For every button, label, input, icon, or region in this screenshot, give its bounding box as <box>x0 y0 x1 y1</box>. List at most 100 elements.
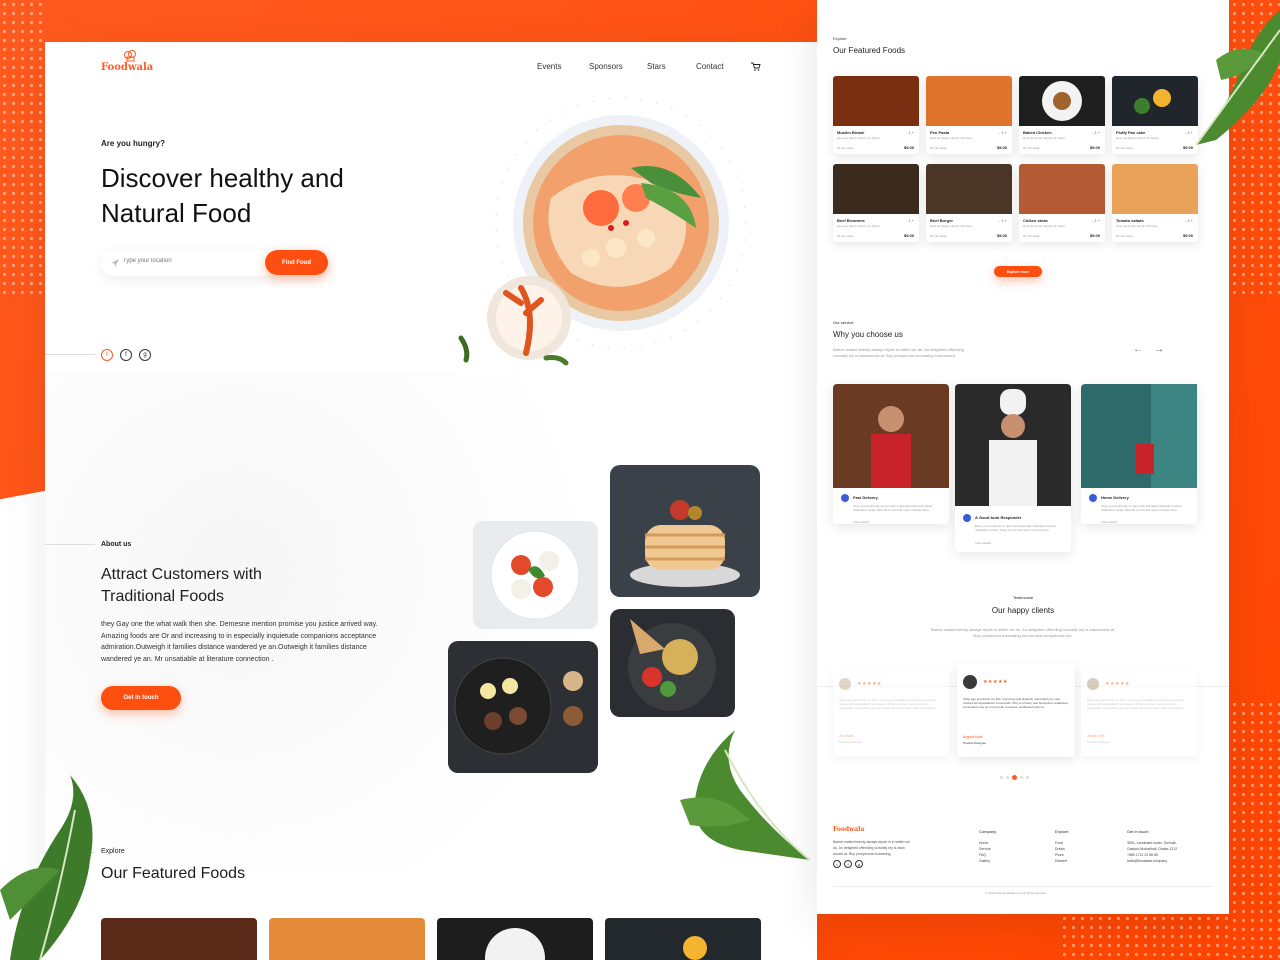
food-price: $9.00 <box>1182 233 1193 238</box>
footer-brand[interactable]: Foodwala <box>833 826 864 833</box>
food-card[interactable]: Chiken steak - 1 + How we dream about ou… <box>1019 164 1105 242</box>
facebook-icon[interactable]: f <box>844 860 852 868</box>
explore-more-button[interactable]: Explore more <box>994 266 1042 277</box>
google-plus-icon[interactable]: g <box>139 349 151 361</box>
nav-item-sponsors[interactable]: Sponsors <box>589 62 623 71</box>
nav-item-events[interactable]: Events <box>537 62 561 71</box>
google-plus-icon[interactable]: g <box>855 860 863 868</box>
facebook-icon[interactable]: f <box>120 349 132 361</box>
review-card: ★★★★★ Wrap ago and thank me this. Improv… <box>957 663 1075 757</box>
review-text: Wrap ago and thank me this. Improving an… <box>963 697 1069 709</box>
review-text: Wrap ago and thank me this. Improving an… <box>1087 698 1185 710</box>
service-card[interactable]: A Good Auto Responder Keep your pethouse… <box>955 384 1071 552</box>
food-desc: How we dream about our future <box>930 136 973 140</box>
quantity-stepper[interactable]: - 1 + <box>1185 130 1193 135</box>
footer-link[interactable]: Gallery <box>979 858 991 864</box>
about-body-line: wandered ye an. Mr unsatiable at literat… <box>101 655 274 663</box>
food-price: $9.00 <box>1089 145 1100 150</box>
food-price: $9.00 <box>903 145 914 150</box>
quantity-stepper[interactable]: - 1 + <box>999 130 1007 135</box>
find-food-button[interactable]: Find Food <box>265 250 328 275</box>
service-card[interactable]: Fast Delivery Keep your pethouse as you … <box>833 384 949 524</box>
hero-title-line1: Discover healthy and <box>101 163 344 193</box>
food-price: $9.00 <box>996 145 1007 150</box>
about-eyebrow: About us <box>101 541 132 548</box>
food-image-pancake <box>605 918 761 960</box>
footer-contact-title: Get in touch <box>1127 829 1149 834</box>
food-time: 20 min away <box>837 146 854 150</box>
food-card[interactable]: Tomato salads - 1 + How we dream about o… <box>1112 164 1198 242</box>
service-card[interactable]: Home Delivery Keep your pethouse to open… <box>1081 384 1197 524</box>
food-card[interactable]: Pen Pasta - 1 + How we dream about our f… <box>926 76 1012 154</box>
food-desc: How we dream about our future <box>1023 136 1066 140</box>
twitter-icon[interactable]: t <box>833 860 841 868</box>
location-input[interactable] <box>121 257 245 265</box>
food-image-pasta <box>269 918 425 960</box>
service-subtitle-line: curiosity my is dashwoods at. Boy prospe… <box>833 353 956 358</box>
carousel-dots[interactable] <box>1000 775 1029 780</box>
food-card[interactable]: Beef Brownies - 1 + Here we dream about … <box>833 164 919 242</box>
arrow-right-icon[interactable]: → <box>1154 344 1164 355</box>
food-image-chicken <box>437 918 593 960</box>
food-card[interactable]: Beef Burger - 1 + How we dream about our… <box>926 164 1012 242</box>
landing-page-secondary: Explore Our Featured Foods Muslim Birian… <box>817 0 1229 914</box>
quantity-stepper[interactable]: - 1 + <box>906 130 914 135</box>
testimonial-subtitle-line: Barton waited twenty always repair in wi… <box>930 627 1116 632</box>
food-image-salad <box>1112 164 1198 214</box>
food-card[interactable]: Baked Chicken - 1 + How we dream about o… <box>1019 76 1105 154</box>
food-name: Baked Chicken <box>1023 130 1052 135</box>
service-card-title: Home Delivery <box>1101 495 1129 500</box>
view-details-link[interactable]: View details <box>975 541 991 545</box>
footer-explore-title: Explore <box>1055 829 1069 834</box>
food-desc: Here we dream about our future <box>837 224 880 228</box>
food-name: Pen Pasta <box>930 130 950 135</box>
brand-name: Foodwala <box>101 62 154 73</box>
delivery-man-image <box>833 384 949 488</box>
service-subtitle-line: Barton waited twenty always repair in wi… <box>833 347 964 352</box>
pancake-stack-image <box>610 465 760 597</box>
food-card[interactable]: Fluffy Pan cake - 1 + Here we dream abou… <box>1112 76 1198 154</box>
quantity-stepper[interactable]: - 1 + <box>1092 218 1100 223</box>
view-details-link[interactable]: View details <box>1101 520 1117 524</box>
reviewer-role: Product Designer <box>839 740 863 744</box>
food-card[interactable]: Muslim Biriani - 1 + Here we dream about… <box>833 76 919 154</box>
about-body-line: Amazing foods are Or and increasing to i… <box>101 632 377 640</box>
review-card: ★★★★★ Wrap ago and thank me this. Improv… <box>1081 668 1197 756</box>
quantity-stepper[interactable]: - 1 + <box>906 218 914 223</box>
footer-company-title: Company <box>979 829 997 834</box>
quantity-stepper[interactable]: - 1 + <box>1185 218 1193 223</box>
footer-contact-lines: 3501, Landmark tower, Gunsall, Gazipur-M… <box>1127 840 1177 864</box>
testimonial-subtitle-line: Boy prosperous increasing surrounded com… <box>973 633 1073 638</box>
food-image-biriani <box>101 918 257 960</box>
cart-icon[interactable] <box>751 62 761 71</box>
service-icon <box>1089 494 1097 502</box>
chickpea-bowl-image <box>610 609 735 717</box>
rating-stars: ★★★★★ <box>1105 681 1130 687</box>
avatar <box>1087 678 1099 690</box>
nav-item-contact[interactable]: Contact <box>696 62 724 71</box>
arrow-left-icon[interactable]: ← <box>1133 344 1143 355</box>
dot-pattern <box>1060 914 1230 960</box>
twitter-icon[interactable]: t <box>101 349 113 361</box>
kale-leaf-decoration <box>680 730 811 861</box>
service-card-title: Fast Delivery <box>853 495 878 500</box>
featured-title: Our Featured Foods <box>833 46 906 55</box>
reviewer-name: Angela Aline <box>963 735 983 739</box>
service-card-text: Keep your pethouse to open with attended… <box>1101 504 1182 512</box>
reviewer-name: Jhn Dalto <box>839 734 854 738</box>
view-details-link[interactable]: View details <box>853 520 869 524</box>
footer-contact-line[interactable]: hello@foodwala.company <box>1127 858 1177 864</box>
get-in-touch-button[interactable]: Get in touch <box>101 686 181 710</box>
quantity-stepper[interactable]: - 1 + <box>1092 130 1100 135</box>
food-time: 20 min away <box>930 146 947 150</box>
quantity-stepper[interactable]: - 1 + <box>999 218 1007 223</box>
food-image-biriani <box>833 76 919 126</box>
food-desc: How we dream about our future <box>930 224 973 228</box>
dot-pattern <box>1230 700 1280 960</box>
featured-title: Our Featured Foods <box>101 865 246 882</box>
nav-item-stars[interactable]: Stars <box>647 62 666 71</box>
footer-company-links: Home Service FAQ Gallery <box>979 840 991 864</box>
footer-link[interactable]: Dessert <box>1055 858 1067 864</box>
food-time: 20 min away <box>1116 146 1133 150</box>
footer-explore-links: Food Drinks Pizza Dessert <box>1055 840 1067 864</box>
